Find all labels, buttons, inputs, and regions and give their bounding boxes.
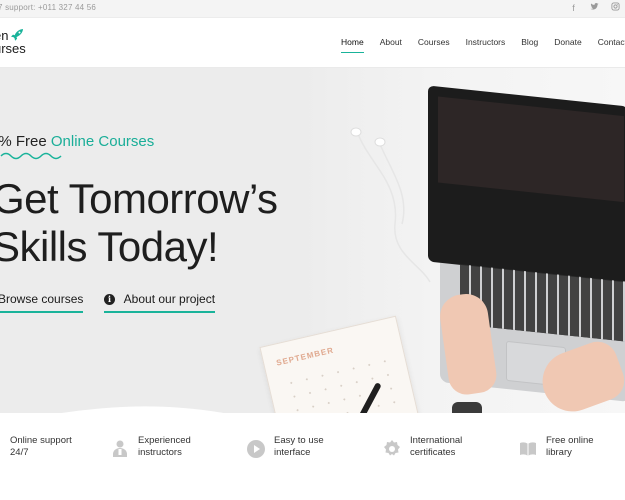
feature-line-1: Online support: [10, 435, 72, 446]
instructor-icon: [113, 440, 127, 457]
browse-courses-label: Browse courses: [0, 292, 84, 306]
laptop-screen-image: [428, 85, 625, 283]
feature-line-1: Easy to use: [274, 435, 324, 446]
feature-line-2: instructors: [138, 447, 182, 458]
nav-blog[interactable]: Blog: [521, 37, 538, 53]
hero-kicker: 0% Free Online Courses: [0, 133, 154, 150]
features-strip: Online support 24/7 Experienced instruct…: [0, 420, 625, 500]
feature-line-1: International: [410, 435, 463, 446]
certificate-icon: [384, 440, 400, 456]
nav-home[interactable]: Home: [341, 37, 364, 53]
main-nav: Home About Courses Instructors Blog Dona…: [325, 37, 625, 53]
feature-item: Online support 24/7: [0, 435, 72, 459]
notebook-title: SEPTEMBER: [275, 345, 335, 368]
book-icon: [520, 442, 536, 456]
feature-item: Free online library: [518, 435, 594, 459]
site-logo[interactable]: en urses: [0, 29, 26, 55]
play-icon: [247, 440, 265, 458]
site-header: en urses Home About Courses Instructors …: [0, 19, 625, 68]
nav-contact[interactable]: Contact: [598, 37, 625, 53]
feature-line-2: interface: [274, 447, 311, 458]
feature-item: International certificates: [382, 435, 462, 459]
social-links: f: [568, 2, 621, 15]
feature-line-1: Free online: [546, 435, 594, 446]
squiggle-decoration: [0, 152, 62, 160]
top-bar: 7 support: +011 327 44 56 f: [0, 0, 625, 18]
feature-line-2: library: [546, 447, 572, 458]
feature-line-1: Experienced: [138, 435, 191, 446]
instagram-icon[interactable]: [610, 2, 621, 15]
support-phone-text: 7 support: +011 327 44 56: [0, 3, 97, 12]
feature-line-2: 24/7: [10, 447, 29, 458]
feature-item: Experienced instructors: [110, 435, 191, 459]
nav-courses[interactable]: Courses: [418, 37, 450, 53]
headline-line-2: Skills Today!: [0, 223, 219, 270]
feature-line-2: certificates: [410, 447, 456, 458]
about-project-label: About our project: [123, 292, 216, 306]
wave-divider: [61, 406, 224, 413]
about-project-link[interactable]: i About our project: [104, 292, 216, 313]
logo-line-2: urses: [0, 41, 26, 56]
twitter-icon[interactable]: [589, 2, 600, 15]
kicker-prefix: 0% Free: [0, 133, 47, 150]
info-icon: i: [104, 294, 115, 305]
browse-courses-link[interactable]: Browse courses: [0, 292, 84, 313]
earphones-illustration: [350, 127, 431, 283]
nav-instructors[interactable]: Instructors: [466, 37, 506, 53]
headset-icon: [0, 439, 2, 459]
facebook-icon[interactable]: f: [568, 2, 579, 15]
hero-headline: Get Tomorrow’s Skills Today!: [0, 175, 278, 271]
headline-line-1: Get Tomorrow’s: [0, 175, 278, 222]
nav-donate[interactable]: Donate: [554, 37, 581, 53]
rocket-icon: [11, 29, 23, 41]
kicker-accent: Online Courses: [50, 133, 155, 150]
nav-about[interactable]: About: [380, 37, 402, 53]
feature-item: Easy to use interface: [246, 435, 324, 459]
